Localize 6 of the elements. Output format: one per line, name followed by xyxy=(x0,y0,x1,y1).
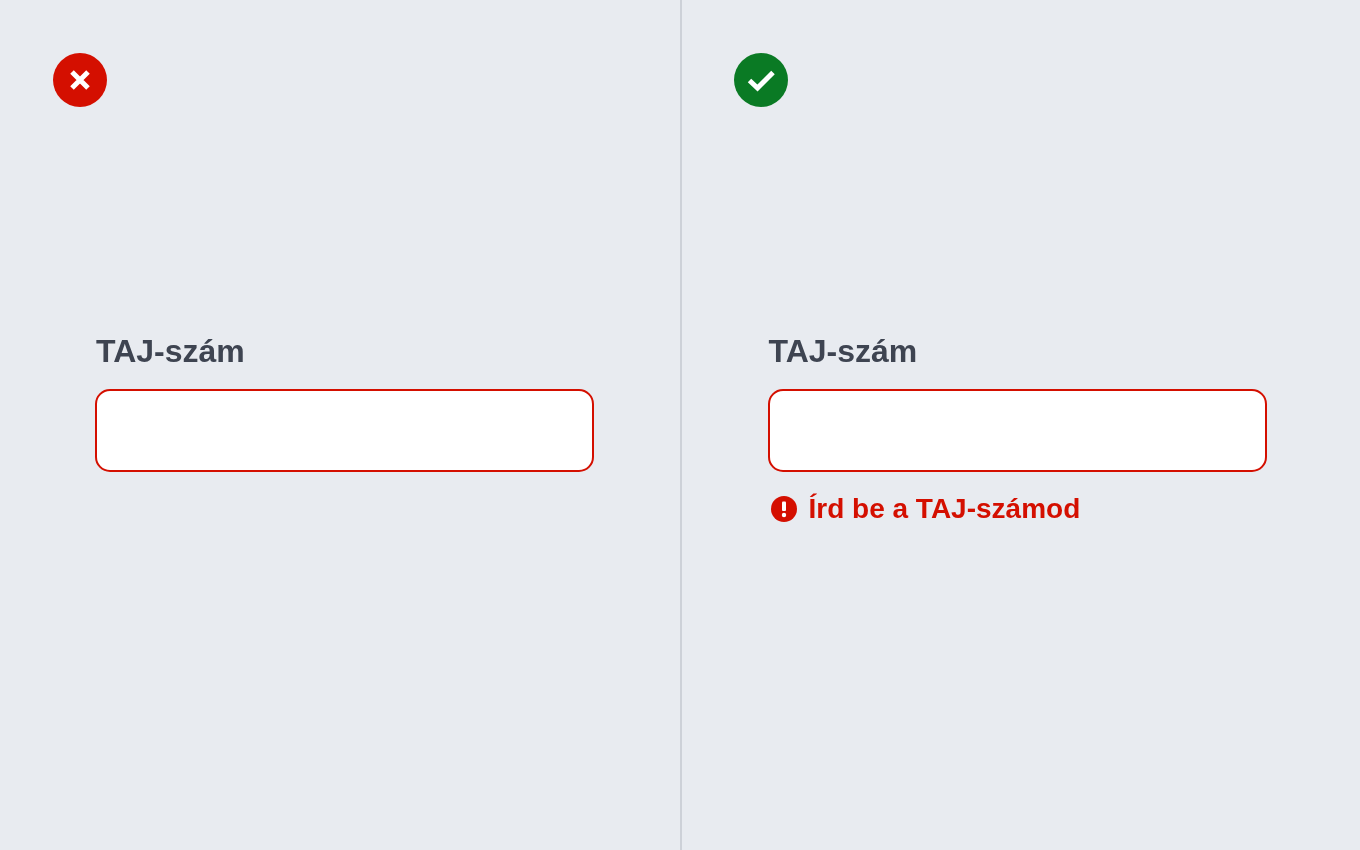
input-field[interactable] xyxy=(95,389,594,472)
field-label: TAJ-szám xyxy=(768,335,918,367)
error-message: Írd be a TAJ-számod xyxy=(808,495,1081,523)
field-label: TAJ-szám xyxy=(96,335,245,367)
input-field[interactable] xyxy=(767,389,1267,472)
exclamation-icon xyxy=(770,496,797,522)
